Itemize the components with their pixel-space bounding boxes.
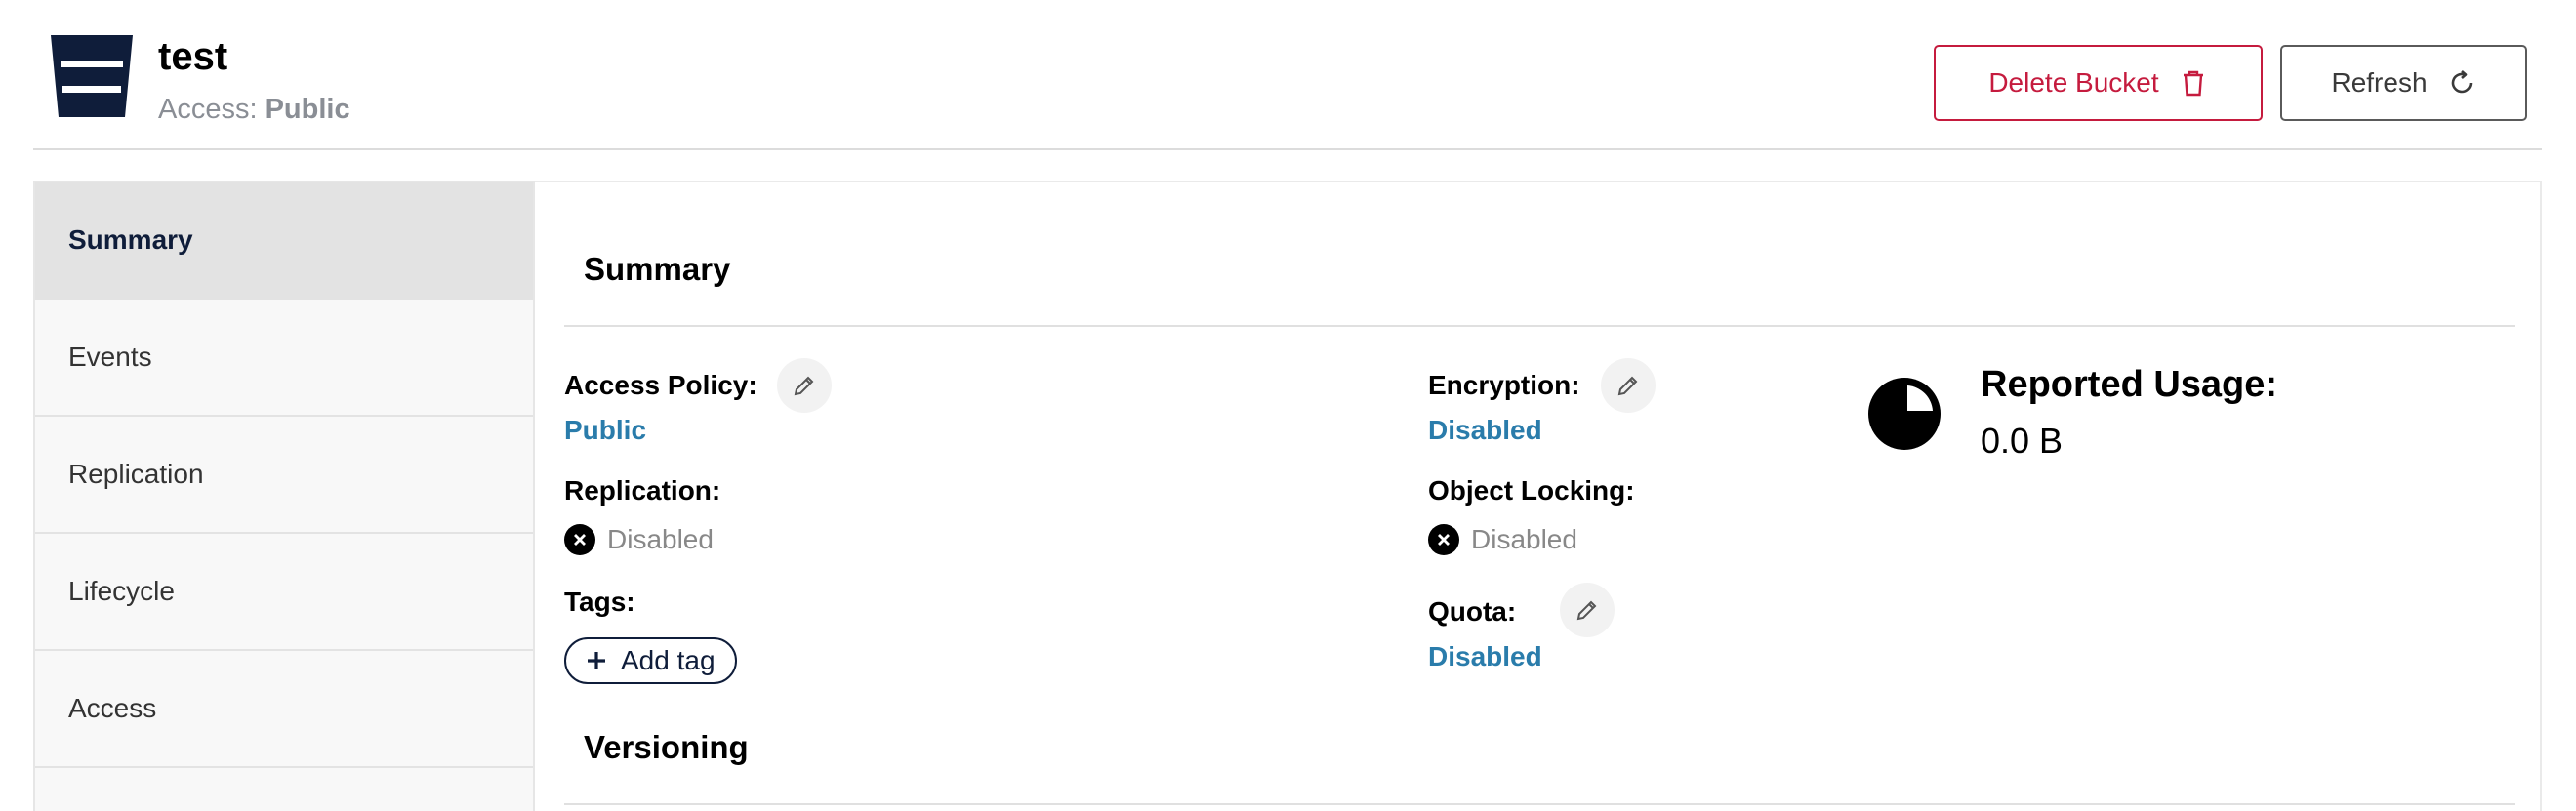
- access-policy-value[interactable]: Public: [564, 415, 646, 446]
- object-locking-value: Disabled: [1471, 524, 1577, 554]
- delete-bucket-label: Delete Bucket: [1988, 67, 2159, 98]
- versioning-title: Versioning: [584, 729, 749, 765]
- sidebar-item-access[interactable]: Access: [35, 651, 533, 768]
- bucket-icon: [51, 35, 133, 117]
- refresh-label: Refresh: [2331, 67, 2428, 98]
- encryption-label: Encryption:: [1428, 370, 1580, 400]
- summary-title: Summary: [584, 251, 731, 287]
- edit-quota-button[interactable]: [1560, 583, 1615, 637]
- add-tag-label: Add tag: [621, 645, 716, 675]
- x-circle-icon: [564, 524, 595, 555]
- replication-value: Disabled: [607, 524, 714, 554]
- edit-access-policy-button[interactable]: [777, 358, 832, 413]
- sidebar-item-events[interactable]: Events: [35, 300, 533, 417]
- pencil-icon: [1576, 600, 1597, 621]
- refresh-button[interactable]: Refresh: [2280, 45, 2527, 121]
- delete-bucket-button[interactable]: Delete Bucket: [1934, 45, 2263, 121]
- object-locking-status: Disabled: [1428, 524, 1577, 555]
- sidebar-item-summary[interactable]: Summary: [35, 182, 533, 300]
- pie-chart-icon: [1868, 378, 1941, 450]
- bucket-header: test Access: Public Delete Bucket Refres…: [33, 0, 2542, 150]
- refresh-icon: [2451, 70, 2472, 94]
- access-summary: Access: Public: [158, 94, 350, 126]
- access-value: Public: [265, 94, 350, 125]
- sidebar-item-replication[interactable]: Replication: [35, 417, 533, 534]
- tags-label: Tags:: [564, 587, 635, 617]
- reported-usage-value: 0.0 B: [1981, 421, 2064, 461]
- quota-label: Quota:: [1428, 596, 1517, 627]
- pencil-icon: [1617, 376, 1638, 396]
- access-label: Access:: [158, 94, 258, 125]
- trash-icon: [2183, 70, 2203, 97]
- summary-divider: [564, 325, 2515, 327]
- bucket-sidebar-nav: Summary Events Replication Lifecycle Acc…: [33, 181, 535, 811]
- plus-icon: [588, 652, 605, 669]
- summary-panel: Summary Access Policy: Public Replicatio…: [535, 181, 2542, 811]
- sidebar-item-lifecycle[interactable]: Lifecycle: [35, 534, 533, 651]
- versioning-divider: [564, 803, 2515, 805]
- object-locking-label: Object Locking:: [1428, 475, 1635, 506]
- edit-encryption-button[interactable]: [1601, 358, 1656, 413]
- replication-status: Disabled: [564, 524, 714, 555]
- add-tag-button[interactable]: Add tag: [564, 637, 737, 684]
- x-circle-icon: [1428, 524, 1459, 555]
- reported-usage-label: Reported Usage:: [1981, 364, 2278, 405]
- pencil-icon: [794, 376, 814, 396]
- bucket-name: test: [158, 35, 228, 78]
- access-policy-label: Access Policy:: [564, 370, 757, 400]
- quota-value[interactable]: Disabled: [1428, 641, 1542, 672]
- encryption-value[interactable]: Disabled: [1428, 415, 1542, 446]
- replication-label: Replication:: [564, 475, 721, 506]
